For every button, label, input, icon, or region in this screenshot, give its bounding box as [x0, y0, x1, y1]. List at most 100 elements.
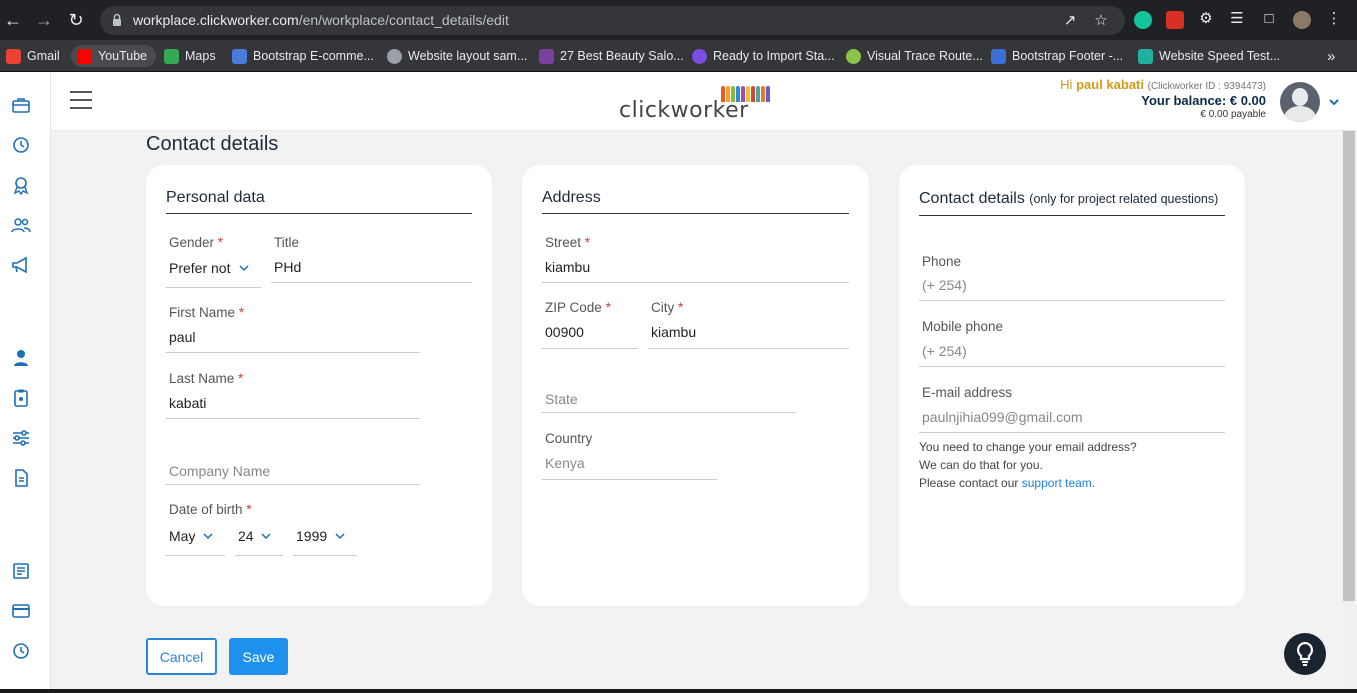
puzzle-icon[interactable]: ⚙: [1198, 11, 1214, 27]
chevron-down-icon[interactable]: [1328, 96, 1340, 108]
credit-card-icon[interactable]: [11, 601, 31, 621]
mobile-phone-field[interactable]: Mobile phone (+ 254): [919, 319, 1225, 367]
history-icon[interactable]: [11, 135, 31, 155]
colorlib-icon: [539, 48, 554, 64]
bookmark-ready-to-import[interactable]: Ready to Import Sta...: [692, 45, 835, 67]
company-name-field[interactable]: Company Name: [166, 461, 420, 485]
globe-icon: [846, 48, 861, 64]
contact-heading-title: Contact details: [919, 190, 1025, 207]
hint-line-2: We can do that for you.: [919, 458, 1043, 472]
window-bottom-edge: [0, 689, 1357, 693]
bookmark-website-layout[interactable]: Website layout sam...: [387, 45, 527, 67]
dob-day-value: 24: [238, 528, 254, 544]
dob-month-select[interactable]: Date of birth * May: [166, 502, 252, 556]
bookmark-maps[interactable]: Maps: [164, 45, 216, 67]
user-greeting: Hi paul kabati (Clickworker ID : 9394473…: [1060, 77, 1266, 120]
zip-code-value: 00900: [545, 324, 584, 340]
page-title: Contact details: [146, 133, 279, 155]
clock-icon[interactable]: [11, 641, 31, 661]
required-mark: *: [605, 300, 611, 315]
person-icon[interactable]: [11, 348, 31, 368]
clickworker-id: (Clickworker ID : 9394473): [1147, 81, 1266, 92]
app-header: clickworker Hi paul kabati (Clickworker …: [51, 72, 1357, 131]
first-name-label: First Name: [169, 305, 236, 320]
bookmark-website-speed-test[interactable]: Website Speed Test...: [1138, 45, 1280, 67]
document-icon[interactable]: [11, 468, 31, 488]
country-field[interactable]: Country Kenya: [542, 431, 717, 480]
bookmark-gmail[interactable]: Gmail: [6, 45, 60, 67]
bookmark-beauty-salon[interactable]: 27 Best Beauty Salo...: [539, 45, 684, 67]
title-label: Title: [274, 235, 300, 250]
gender-select[interactable]: Gender * Prefer not to say: [166, 235, 261, 288]
required-mark: *: [678, 300, 684, 315]
menu-icon[interactable]: ⋮: [1326, 11, 1342, 27]
playlist-icon[interactable]: ☰: [1229, 11, 1245, 27]
bookmark-visual-trace-route[interactable]: Visual Trace Route...: [846, 45, 983, 67]
extension-icon[interactable]: [1166, 11, 1184, 29]
star-icon[interactable]: ☆: [1093, 13, 1109, 29]
address-card: Address Street * kiambu ZIP Code * 00900…: [522, 165, 869, 606]
payable-amount: € 0.00 payable: [1200, 109, 1266, 120]
chevron-down-icon: [335, 533, 345, 540]
dob-day-select[interactable]: 24: [235, 502, 283, 556]
clipboard-icon[interactable]: [11, 388, 31, 408]
save-button[interactable]: Save: [229, 638, 288, 675]
city-label: City: [651, 300, 675, 315]
title-field[interactable]: Title PHd: [271, 235, 472, 283]
street-value: kiambu: [545, 259, 591, 275]
address-bar[interactable]: workplace.clickworker.com/en/workplace/c…: [100, 6, 1125, 35]
back-icon[interactable]: ←: [2, 9, 24, 31]
megaphone-icon[interactable]: [11, 255, 31, 275]
grammarly-icon[interactable]: [1134, 11, 1152, 29]
email-field[interactable]: E-mail address paulnjihia099@gmail.com: [919, 385, 1225, 433]
mdb-icon: [991, 48, 1006, 64]
first-name-field[interactable]: First Name * paul: [166, 305, 420, 353]
sliders-icon[interactable]: [11, 428, 31, 448]
country-value: Kenya: [545, 455, 585, 471]
gmail-icon: [6, 48, 21, 64]
clickworker-logo[interactable]: clickworker: [619, 86, 774, 123]
state-field[interactable]: State: [542, 389, 796, 413]
sidepanel-icon[interactable]: □: [1261, 11, 1277, 27]
bookmark-bootstrap-ecommerce[interactable]: Bootstrap E-comme...: [232, 45, 374, 67]
newspaper-icon[interactable]: [11, 561, 31, 581]
speed-icon: [1138, 48, 1153, 64]
users-icon[interactable]: [11, 215, 31, 235]
contact-heading: Contact details (only for project relate…: [919, 189, 1225, 216]
street-field[interactable]: Street * kiambu: [542, 235, 849, 283]
hamburger-menu-icon[interactable]: [70, 91, 92, 109]
dob-year-select[interactable]: 1999: [293, 502, 357, 556]
zip-code-field[interactable]: ZIP Code * 00900: [542, 300, 638, 349]
phone-field[interactable]: Phone (+ 254): [919, 254, 1225, 301]
briefcase-icon[interactable]: [11, 95, 31, 115]
email-value: paulnjihia099@gmail.com: [922, 409, 1083, 425]
page-scrollbar[interactable]: [1341, 131, 1357, 693]
avatar[interactable]: [1280, 82, 1320, 122]
last-name-field[interactable]: Last Name * kabati: [166, 371, 420, 419]
help-lightbulb-button[interactable]: [1284, 633, 1326, 675]
dob-month-value: May: [169, 528, 196, 544]
chevron-down-icon: [261, 533, 271, 540]
bookmark-bootstrap-footer[interactable]: Bootstrap Footer -...: [991, 45, 1123, 67]
scrollbar-thumb[interactable]: [1343, 131, 1355, 601]
forward-icon[interactable]: →: [33, 9, 55, 31]
award-icon[interactable]: [11, 175, 31, 195]
lock-icon: [113, 13, 121, 26]
share-icon[interactable]: ↗: [1062, 13, 1078, 29]
support-team-link[interactable]: support team: [1022, 476, 1092, 490]
required-mark: *: [217, 235, 224, 250]
city-field[interactable]: City * kiambu: [648, 300, 849, 349]
profile-icon[interactable]: [1293, 11, 1311, 29]
greeting-text: Hi: [1060, 77, 1073, 92]
reload-icon[interactable]: ↻: [65, 9, 87, 31]
cancel-button[interactable]: Cancel: [146, 638, 217, 675]
browser-toolbar: ← → ↻ workplace.clickworker.com/en/workp…: [0, 0, 1357, 40]
required-mark: *: [238, 371, 244, 386]
last-name-label: Last Name: [169, 371, 235, 386]
chevron-down-icon: [239, 265, 249, 272]
bookmark-youtube[interactable]: YouTube: [71, 45, 157, 67]
bookmarks-more[interactable]: »: [1327, 45, 1335, 67]
state-placeholder: State: [545, 391, 578, 407]
balance: Your balance: € 0.00: [1141, 93, 1266, 108]
personal-data-card: Personal data Gender * Prefer not to say…: [146, 165, 492, 606]
